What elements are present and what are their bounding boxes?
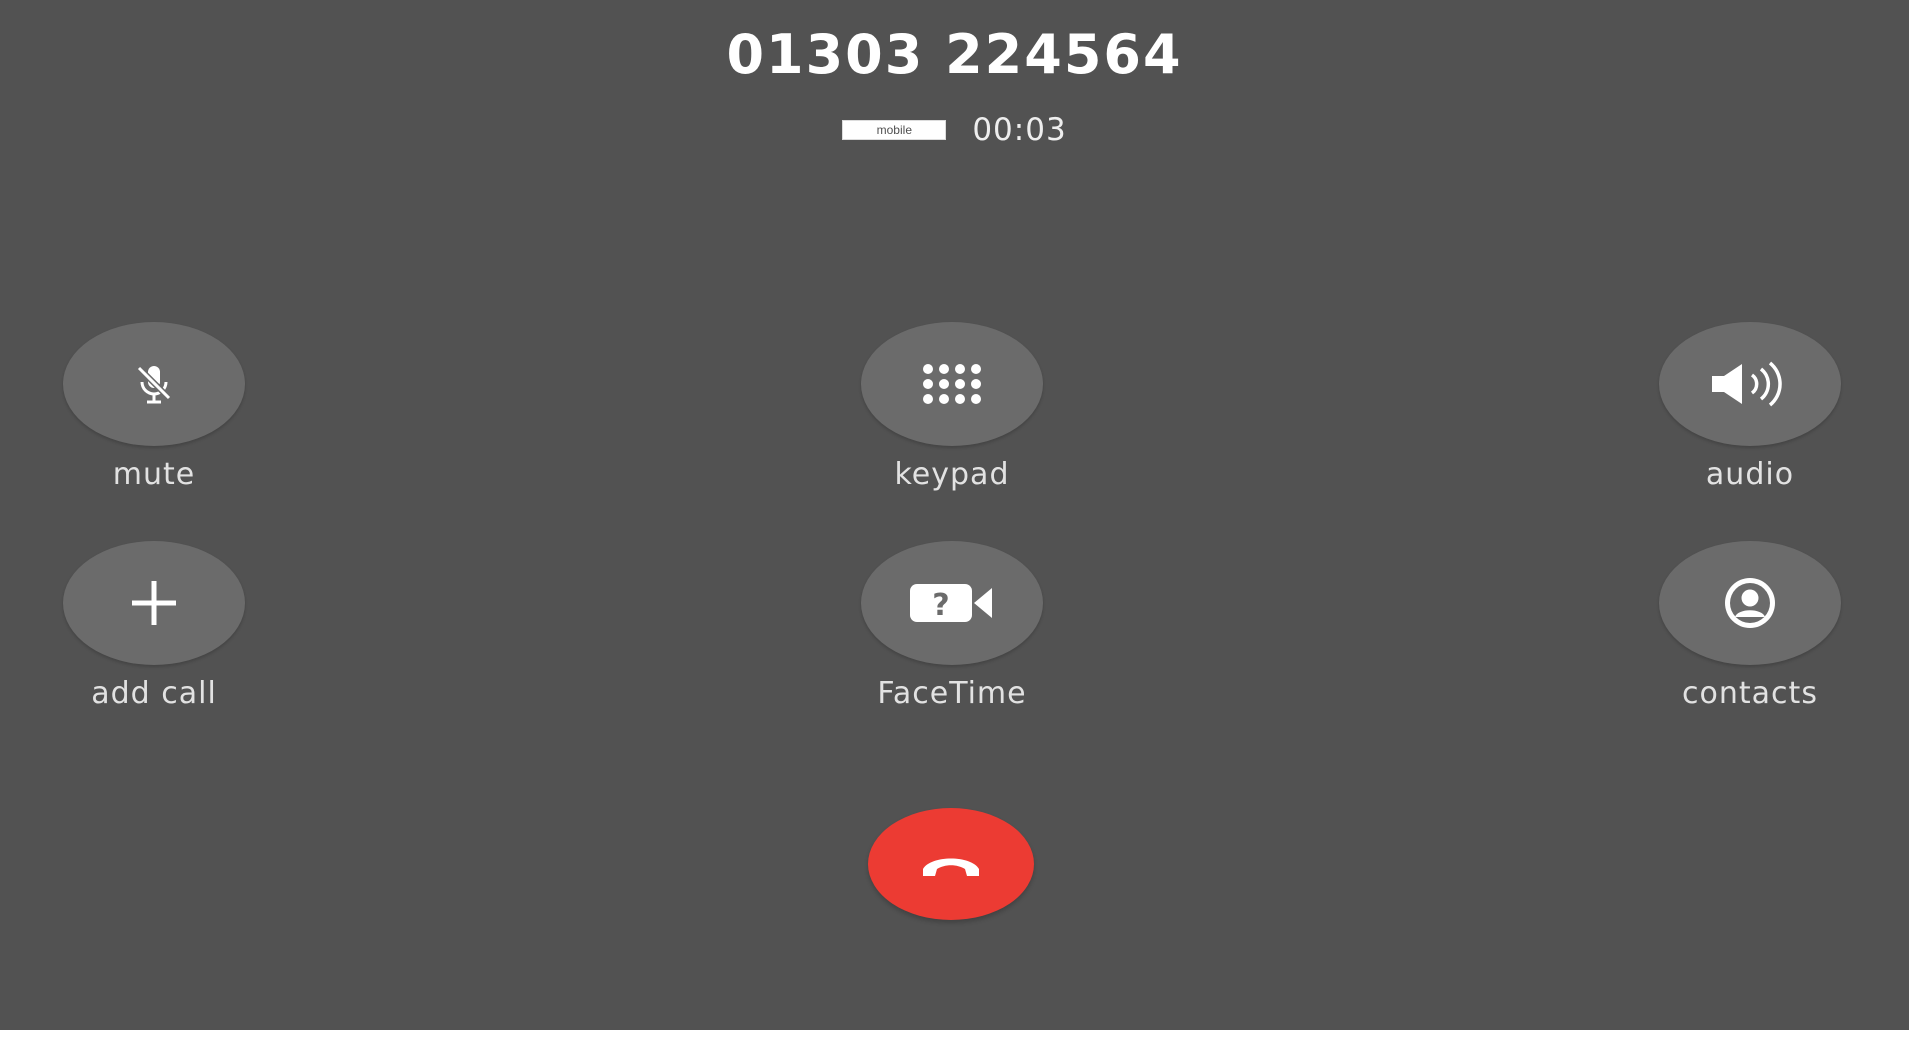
contacts-label: contacts [1682,676,1818,711]
audio-label: audio [1705,457,1795,492]
keypad-button[interactable] [861,322,1043,446]
add-call-button[interactable] [63,541,245,665]
hang-up-phone-icon [923,858,979,876]
number-type-badge: mobile [842,120,947,140]
add-call-label: add call [91,676,217,711]
person-circle-icon [1725,578,1775,628]
call-duration: 00:03 [972,112,1067,148]
facetime-button[interactable]: ? [861,541,1043,665]
call-meta: mobile 00:03 [0,108,1909,152]
video-camera-question-icon: ? [910,584,992,623]
keypad-grid-icon [923,364,981,404]
svg-text:?: ? [932,588,949,623]
plus-icon [132,581,176,625]
audio-button[interactable] [1659,322,1841,446]
call-screen: 01303 224564 mobile 00:03 mute keypad au… [0,0,1909,1030]
add-call-control: add call [34,541,274,714]
mute-button[interactable] [63,322,245,446]
speaker-icon [1712,361,1782,407]
audio-control: audio [1630,322,1870,495]
facetime-control: ? FaceTime [832,541,1072,714]
phone-number: 01303 224564 [726,23,1183,86]
contacts-control: contacts [1630,541,1870,714]
mute-label: mute [112,457,196,492]
call-header: 01303 224564 [0,18,1909,92]
keypad-control: keypad [832,322,1072,495]
facetime-label: FaceTime [877,676,1027,711]
muted-microphone-icon [136,365,172,404]
contacts-button[interactable] [1659,541,1841,665]
mute-control: mute [34,322,274,495]
keypad-label: keypad [894,457,1010,492]
end-call-button[interactable] [868,808,1034,920]
